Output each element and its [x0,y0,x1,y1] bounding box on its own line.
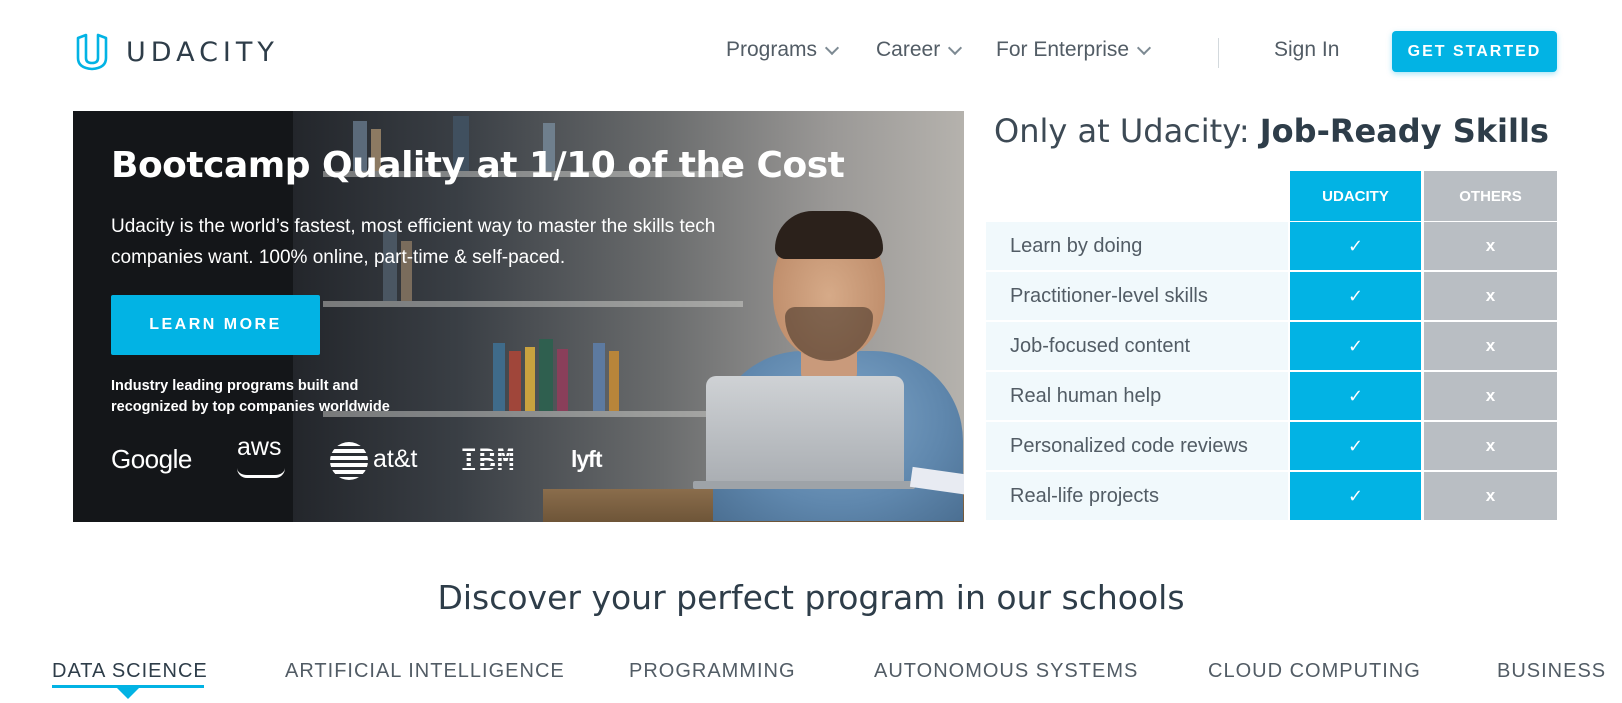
comparison-row-label: Real human help [986,372,1288,420]
hero-banner: Bootcamp Quality at 1/10 of the Cost Uda… [73,111,964,522]
book [593,343,605,411]
laptop-image [706,376,904,486]
udacity-logo[interactable]: UDACITY [72,32,279,72]
tab-autonomous-systems[interactable]: AUTONOMOUS SYSTEMS [874,660,1138,683]
check-icon: ✓ [1290,422,1421,470]
site-header: UDACITY Programs Career For Enterprise S… [0,0,1622,104]
bookshelf [323,301,743,307]
book [509,351,521,411]
active-tab-caret-icon [117,688,139,699]
nav-career-label: Career [876,38,941,61]
comparison-row-label: Learn by doing [986,222,1288,270]
person-hair [775,211,883,259]
check-icon: ✓ [1290,322,1421,370]
sign-in-link[interactable]: Sign In [1274,38,1339,62]
industry-text: Industry leading programs built and reco… [111,378,390,415]
x-icon: x [1424,322,1557,370]
book [525,347,535,411]
learn-more-button[interactable]: LEARN MORE [111,295,320,355]
check-icon: ✓ [1290,372,1421,420]
tab-cloud-computing[interactable]: CLOUD COMPUTING [1208,660,1421,683]
column-header-others: OTHERS [1424,171,1557,221]
tab-business[interactable]: BUSINESS [1497,660,1606,683]
lyft-logo: lyft [571,446,602,472]
udacity-logo-icon [76,33,108,71]
book [493,343,505,411]
chevron-down-icon [948,40,963,55]
chevron-down-icon [1136,40,1152,55]
logo-wordmark: UDACITY [126,36,279,68]
comparison-row-label: Practitioner-level skills [986,272,1288,320]
nav-career[interactable]: Career [876,38,963,62]
x-icon: x [1424,472,1557,520]
google-logo: Google [111,444,192,474]
check-icon: ✓ [1290,272,1421,320]
tab-artificial-intelligence[interactable]: ARTIFICIAL INTELLIGENCE [285,660,565,683]
x-icon: x [1424,372,1557,420]
comparison-row-label: Job-focused content [986,322,1288,370]
hero-title: Bootcamp Quality at 1/10 of the Cost [111,145,845,186]
x-icon: x [1424,272,1557,320]
chevron-down-icon [824,40,840,55]
nav-programs-label: Programs [726,38,818,61]
nav-divider [1218,38,1219,68]
aws-logo: aws [237,433,282,461]
check-icon: ✓ [1290,222,1421,270]
book [539,339,553,411]
nav-for-enterprise-label: For Enterprise [996,38,1130,61]
get-started-button[interactable]: GET STARTED [1392,31,1557,72]
comparison-title-bold: Job-Ready Skills [1259,112,1549,150]
book [557,349,568,411]
comparison-row-label: Personalized code reviews [986,422,1288,470]
nav-for-enterprise[interactable]: For Enterprise [996,38,1152,62]
comparison-title-light: Only at Udacity: [994,112,1260,150]
book [609,351,619,411]
tab-data-science[interactable]: DATA SCIENCE [52,660,208,683]
att-logo: at&t [373,445,418,473]
comparison-row-label: Real-life projects [986,472,1288,520]
x-icon: x [1424,222,1557,270]
check-icon: ✓ [1290,472,1421,520]
x-icon: x [1424,422,1557,470]
comparison-title: Only at Udacity: Job-Ready Skills [986,112,1557,151]
att-globe-icon [330,442,368,480]
tab-programming[interactable]: PROGRAMMING [629,660,796,683]
laptop-base [693,481,915,489]
ibm-logo: IBM [460,443,516,477]
hero-subtitle: Udacity is the world’s fastest, most eff… [111,216,716,268]
nav-programs[interactable]: Programs [726,38,840,62]
aws-smile-icon [237,468,285,478]
schools-heading: Discover your perfect program in our sch… [437,578,1185,617]
column-header-udacity: UDACITY [1290,171,1421,221]
